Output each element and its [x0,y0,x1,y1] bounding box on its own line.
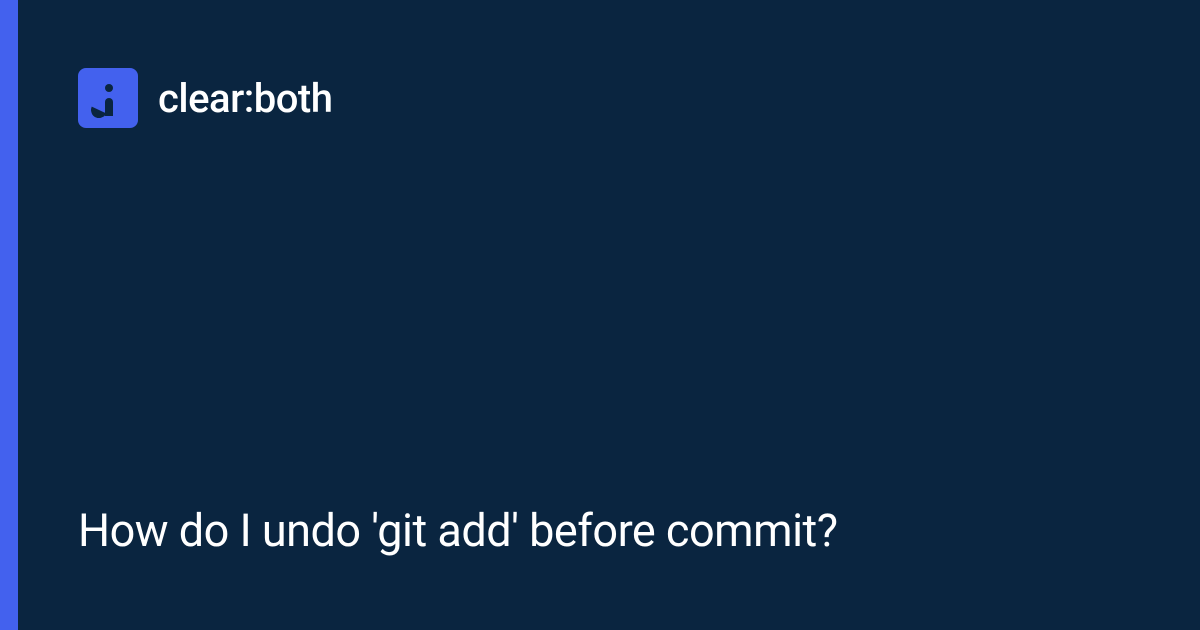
semicolon-icon [78,68,138,128]
content-area: clear:both How do I undo 'git add' befor… [18,0,1200,630]
brand-name: clear:both [158,75,332,122]
page-title: How do I undo 'git add' before commit? [78,502,1140,561]
logo: clear:both [78,68,1140,128]
accent-bar [0,0,18,630]
